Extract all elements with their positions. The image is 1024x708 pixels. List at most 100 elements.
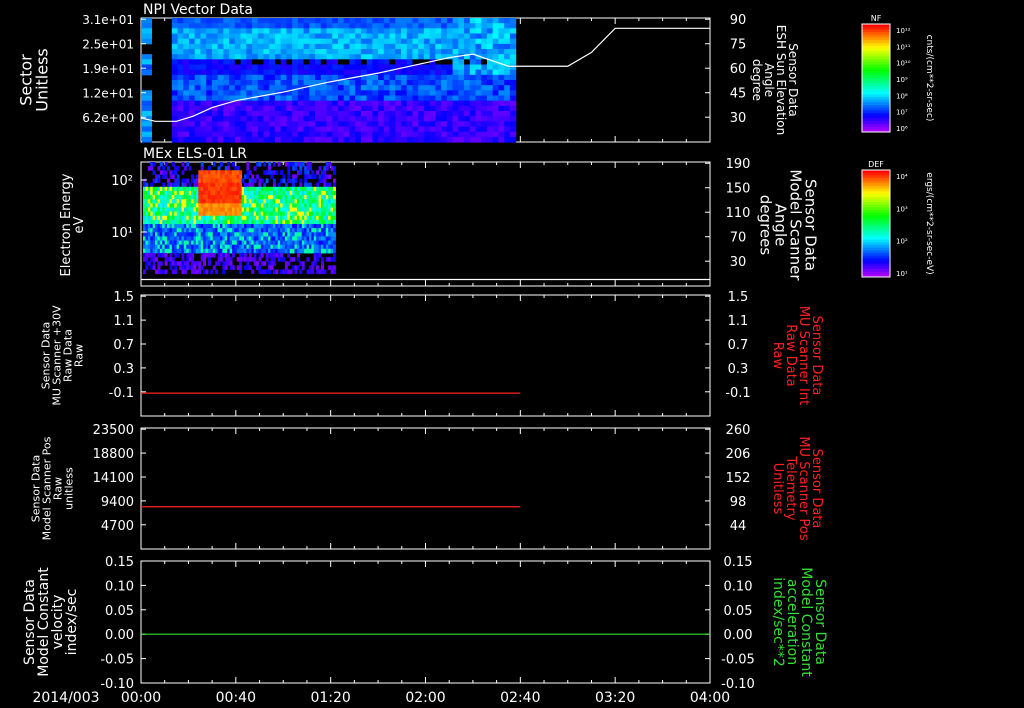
heat-cell	[194, 33, 202, 40]
heat-cell	[435, 43, 442, 50]
heat-cell	[469, 136, 477, 143]
heat-cell	[299, 182, 303, 188]
heat-cell	[286, 69, 293, 76]
heat-cell	[458, 64, 465, 71]
heat-cell	[171, 38, 179, 45]
heat-cell	[297, 38, 305, 45]
heat-cell	[189, 80, 196, 86]
heat-cell	[481, 18, 488, 24]
heat-cell	[263, 116, 270, 122]
heat-cell	[337, 100, 345, 107]
heat-cell	[269, 131, 276, 138]
heat-cell	[429, 95, 436, 102]
heat-cell	[343, 136, 351, 143]
heat-cell	[292, 105, 299, 112]
heat-cell	[383, 28, 391, 35]
heat-cell	[418, 38, 425, 45]
heat-cell	[406, 74, 414, 81]
heat-cell	[412, 100, 419, 107]
heat-cell	[269, 69, 276, 76]
heat-cell	[464, 69, 471, 76]
heat-cell	[269, 74, 276, 81]
heat-cell	[423, 100, 431, 107]
heat-cell	[257, 23, 265, 29]
heat-cell	[320, 33, 328, 40]
heat-cell	[418, 69, 425, 76]
heat-cell	[217, 54, 224, 60]
heat-cell	[212, 252, 216, 258]
heat-cell	[333, 170, 336, 175]
heat-cell	[481, 23, 488, 29]
heat-cell	[406, 105, 414, 112]
heat-cell	[509, 121, 517, 128]
heat-cell	[231, 252, 235, 258]
heat-cell	[429, 131, 436, 138]
y2-tick-label: 260	[726, 423, 751, 438]
heat-cell	[234, 43, 242, 50]
heat-cell	[240, 69, 247, 76]
heat-cell	[189, 54, 196, 60]
heat-cell	[177, 18, 184, 24]
heat-cell	[240, 64, 247, 71]
panel-4-frame	[140, 427, 711, 550]
heat-cell	[509, 95, 517, 102]
heat-cell	[435, 38, 442, 45]
heat-cell	[177, 121, 184, 128]
heat-cell	[333, 190, 336, 196]
heat-cell	[492, 126, 500, 133]
heat-cell	[378, 100, 385, 107]
heat-cell	[337, 126, 345, 133]
heat-cell	[337, 33, 345, 40]
heat-cell	[223, 121, 230, 128]
heat-cell	[194, 136, 202, 143]
heat-cell	[406, 111, 414, 117]
heat-cell	[320, 85, 328, 91]
heat-cell	[498, 23, 505, 29]
heat-cell	[360, 54, 368, 60]
heat-cell	[360, 116, 368, 122]
heat-cell	[252, 54, 259, 60]
heat-cell	[372, 80, 379, 86]
heat-cell	[435, 80, 442, 86]
heat-cell	[435, 28, 442, 35]
heat-cell	[435, 33, 442, 40]
heat-cell	[274, 136, 282, 143]
heat-cell	[206, 38, 213, 45]
heat-cell	[481, 90, 488, 97]
heat-cell	[177, 95, 184, 102]
time-tick-label: 03:20	[595, 690, 635, 706]
heat-cell	[280, 170, 283, 175]
heat-cell	[315, 74, 322, 81]
heat-cell	[252, 69, 259, 76]
heat-cell	[441, 136, 448, 143]
heat-cell	[263, 54, 270, 60]
heat-cell	[366, 49, 373, 55]
heat-cell	[252, 38, 259, 45]
heat-cell	[332, 111, 339, 117]
heat-cell	[217, 90, 224, 97]
heat-cell	[406, 43, 414, 50]
heat-cell	[332, 69, 339, 76]
heat-cell	[401, 59, 408, 66]
heat-cell	[280, 74, 288, 81]
heat-cell	[378, 38, 385, 45]
heat-cell	[441, 100, 448, 107]
heat-cell	[188, 166, 192, 171]
heat-cell	[248, 252, 252, 258]
heat-cell	[292, 64, 299, 71]
heat-cell	[223, 54, 230, 60]
heat-cell	[157, 174, 161, 180]
heat-cell	[274, 85, 282, 91]
heat-cell	[171, 74, 179, 81]
heat-cell	[223, 136, 230, 143]
heat-cell	[211, 23, 219, 29]
panel-3-y2label-line: Raw	[770, 342, 785, 370]
heat-cell	[492, 121, 500, 128]
panel-4-ylabel-line: unitless	[62, 467, 75, 510]
heat-cell	[504, 111, 511, 117]
heat-cell	[234, 59, 242, 66]
heat-cell	[206, 59, 213, 66]
heat-cell	[333, 195, 336, 200]
heat-cell	[475, 95, 482, 102]
heat-cell	[464, 49, 471, 55]
